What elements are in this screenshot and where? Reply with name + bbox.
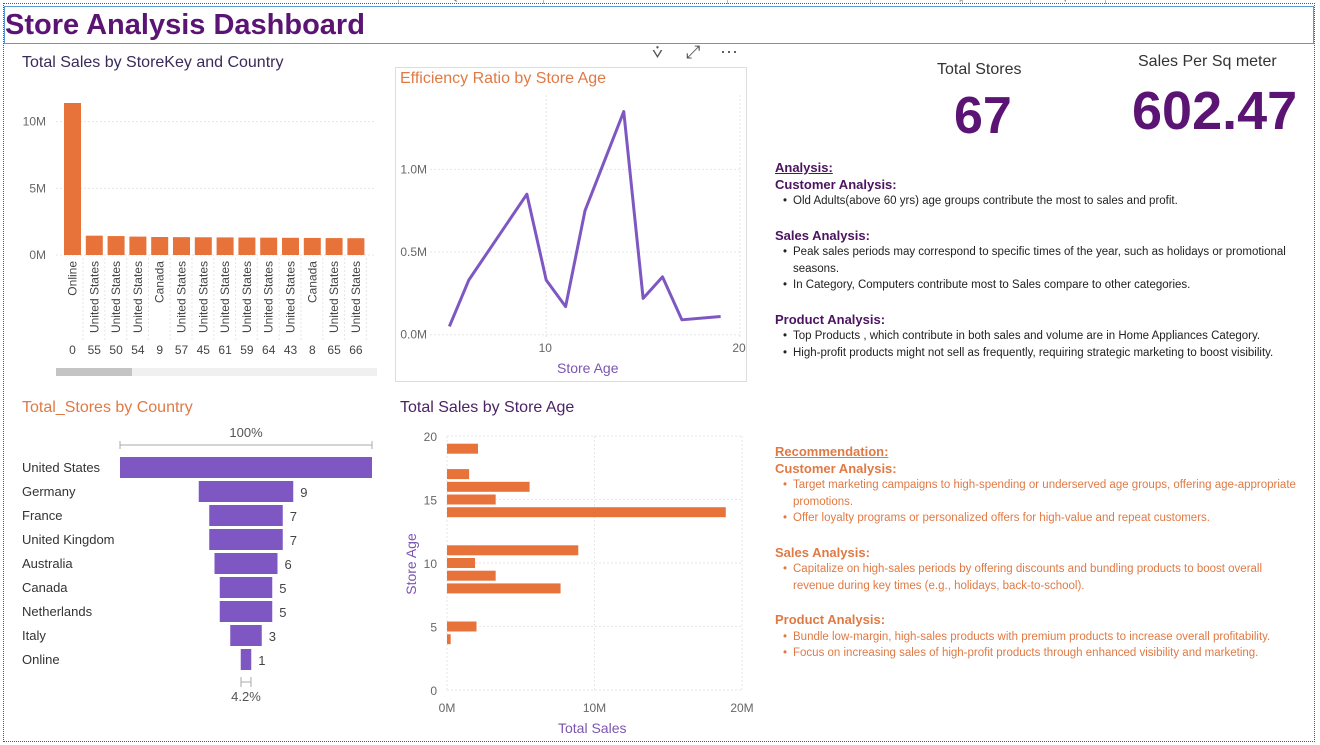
bar <box>447 545 579 556</box>
analysis-bullet: Old Adults(above 60 yrs) age groups cont… <box>775 193 1300 210</box>
bar <box>447 558 476 568</box>
sales-by-age-chart[interactable]: 0 5 10 15 20 0M 10M 20M <box>0 0 760 740</box>
y-tick-label: 15 <box>424 494 438 508</box>
recommendation-bullet-list: Target marketing campaigns to high-spend… <box>775 477 1300 527</box>
total-stores-label: Total Stores <box>937 61 1022 78</box>
y-tick-label: 10 <box>424 557 438 571</box>
bar <box>447 621 477 632</box>
dashboard-canvas: DataQueriesInsertCalculationsSensitivity… <box>0 0 1320 745</box>
bar <box>447 583 561 594</box>
y-tick-label: 5 <box>430 621 437 635</box>
analysis-heading: Analysis: <box>775 160 833 175</box>
recommendation-bullet: Capitalize on high-sales periods by offe… <box>775 561 1300 594</box>
analysis-section-title: Product Analysis: <box>775 311 886 327</box>
bar <box>447 481 530 492</box>
analysis-bullet: In Category, Computers contribute most t… <box>775 277 1300 294</box>
bar <box>447 634 451 645</box>
sales-per-sqm-label: Sales Per Sq meter <box>1138 53 1277 70</box>
recommendation-bullet-list: Capitalize on high-sales periods by offe… <box>775 561 1300 594</box>
recommendation-bullet: Target marketing campaigns to high-spend… <box>775 477 1300 510</box>
recommendation-bullet-list: Bundle low-margin, high-sales products w… <box>775 629 1300 662</box>
analysis-bullet: Top Products , which contribute in both … <box>775 328 1300 345</box>
recommendation-heading: Recommendation: <box>775 444 889 459</box>
bar <box>447 507 726 518</box>
y-tick-label: 0 <box>430 684 437 698</box>
bar <box>447 570 496 581</box>
ribbon-item: Calculations <box>795 0 855 2</box>
x-tick-label: 20M <box>730 701 753 715</box>
analysis-bullet-list: Top Products , which contribute in both … <box>775 328 1300 361</box>
bar <box>447 469 470 480</box>
sales-per-sqm-value: 602.47 <box>1132 81 1298 141</box>
x-tick-label: 10M <box>583 701 606 715</box>
analysis-bullet-list: Peak sales periods may correspond to spe… <box>775 244 1300 294</box>
recommendation-section-title: Sales Analysis: <box>775 544 870 560</box>
ribbon-item: Share <box>985 0 1014 2</box>
y-tick-label: 20 <box>424 430 438 444</box>
total-stores-value: 67 <box>954 87 1012 145</box>
analysis-bullet-list: Old Adults(above 60 yrs) age groups cont… <box>775 193 1300 210</box>
x-tick-label: 0M <box>439 701 456 715</box>
recommendation-section-title: Product Analysis: <box>775 612 886 627</box>
bar <box>447 494 496 505</box>
recommendation-section-title: Customer Analysis: <box>775 460 897 476</box>
recommendation-bullet: Offer loyalty programs or personalized o… <box>775 510 1300 527</box>
ribbon-item: Copilot <box>1050 0 1084 2</box>
bar <box>447 443 478 454</box>
analysis-bullet: Peak sales periods may correspond to spe… <box>775 244 1300 277</box>
recommendation-bullet: Focus on increasing sales of high-profit… <box>775 645 1300 662</box>
analysis-bullet: High-profit products might not sell as f… <box>775 345 1300 362</box>
recommendation-bullet: Bundle low-margin, high-sales products w… <box>775 629 1300 646</box>
ribbon-item: Sensitivity <box>915 0 965 2</box>
x-axis-title-total-sales: Total Sales <box>558 720 627 736</box>
y-axis-title-store-age: Store Age <box>402 533 419 595</box>
analysis-textbox: Analysis:Customer Analysis:Old Adults(ab… <box>775 160 1300 361</box>
recommendation-textbox: Recommendation:Customer Analysis:Target … <box>775 444 1300 662</box>
analysis-section-title: Customer Analysis: <box>775 176 897 192</box>
analysis-section-title: Sales Analysis: <box>775 227 870 243</box>
